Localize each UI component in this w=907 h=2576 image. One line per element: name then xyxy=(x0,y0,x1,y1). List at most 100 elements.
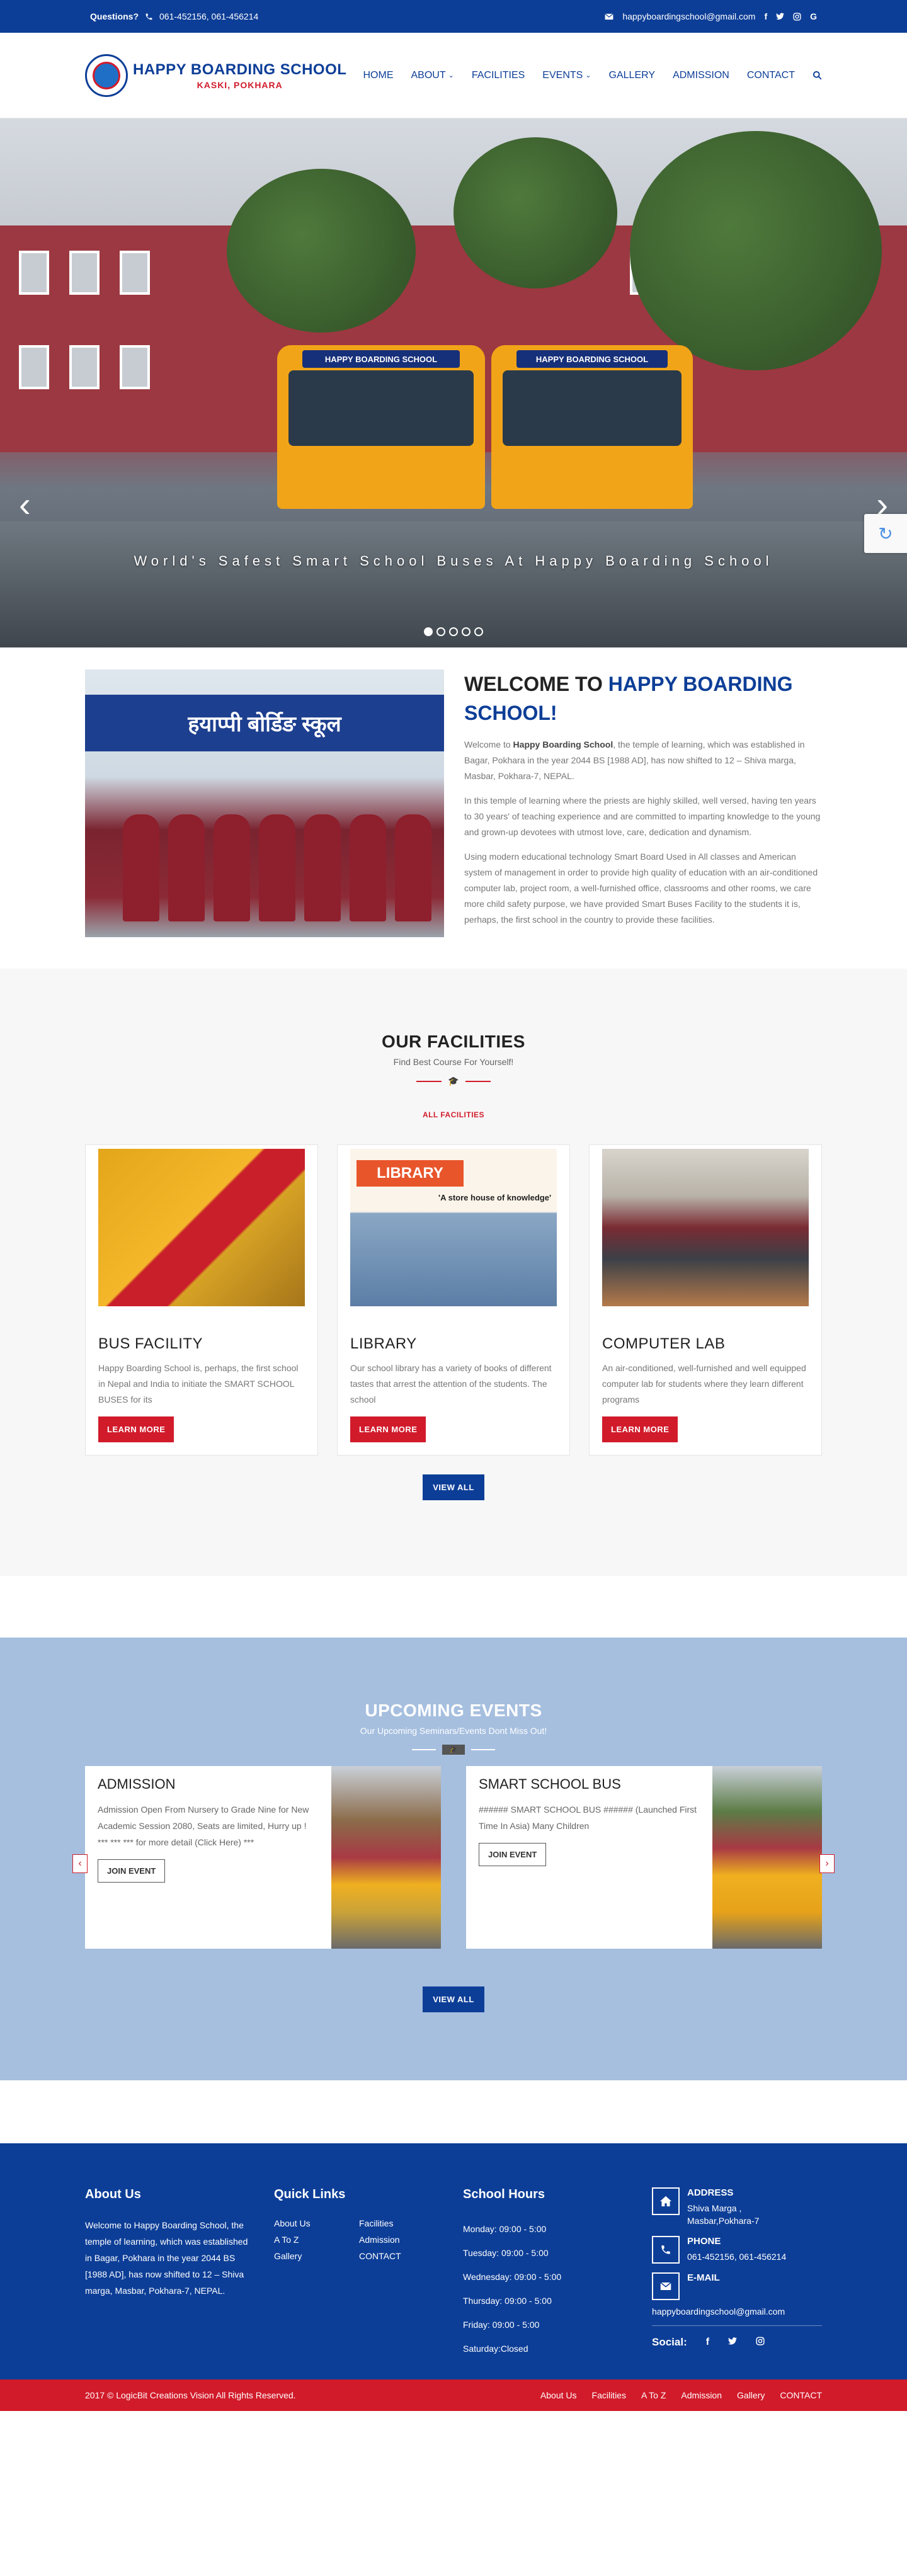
bottom-link[interactable]: A To Z xyxy=(641,2390,666,2400)
view-all-facilities-button[interactable]: VIEW ALL xyxy=(423,1474,484,1500)
library-image: LIBRARY 'A store house of knowledge' xyxy=(350,1149,557,1306)
nav-home[interactable]: HOME xyxy=(363,70,393,81)
hero-tree xyxy=(227,169,416,333)
footer-link[interactable]: A To Z xyxy=(274,2233,359,2246)
bottom-link[interactable]: Gallery xyxy=(737,2390,765,2400)
bottom-link[interactable]: Facilities xyxy=(592,2390,626,2400)
slider-dot[interactable] xyxy=(462,627,471,636)
welcome-text: WELCOME TO HAPPY BOARDING SCHOOL! Welcom… xyxy=(464,670,822,937)
facebook-icon[interactable]: f xyxy=(706,2337,709,2348)
events-next-chevron-right-icon[interactable]: › xyxy=(819,1854,835,1873)
students-group xyxy=(123,814,431,921)
learn-more-button[interactable]: LEARN MORE xyxy=(602,1416,678,1442)
nav-events[interactable]: EVENTS ⌄ xyxy=(542,70,591,81)
twitter-icon[interactable] xyxy=(776,13,785,20)
social-label: Social: xyxy=(652,2336,687,2348)
computer-lab-image xyxy=(602,1149,809,1306)
topbar-email-link[interactable]: happyboardingschool@gmail.com xyxy=(622,11,755,21)
hero-slider[interactable]: HAPPY BOARDING SCHOOL HAPPY BOARDING SCH… xyxy=(0,118,907,647)
hero-window xyxy=(19,251,49,295)
view-all-events-button[interactable]: VIEW ALL xyxy=(423,1986,484,2012)
hero-window xyxy=(69,345,100,389)
footer-about-text: Welcome to Happy Boarding School, the te… xyxy=(85,2220,248,2296)
bus-windshield xyxy=(503,370,682,446)
footer-link[interactable]: About Us xyxy=(274,2217,359,2230)
bus-windshield xyxy=(288,370,474,446)
learn-more-button[interactable]: LEARN MORE xyxy=(350,1416,426,1442)
footer-link[interactable]: CONTACT xyxy=(359,2250,444,2262)
copyright-text: 2017 © LogicBit Creations Vision All Rig… xyxy=(85,2390,296,2400)
events-prev-chevron-left-icon[interactable]: ‹ xyxy=(72,1854,88,1873)
hero-window xyxy=(69,251,100,295)
nav-home-label: HOME xyxy=(363,69,394,81)
search-icon[interactable] xyxy=(813,71,822,80)
facilities-subtitle: Find Best Course For Yourself! xyxy=(393,1057,514,1067)
footer-school-hours: School Hours Monday: 09:00 - 5:00 Tuesda… xyxy=(463,2187,633,2361)
footer-links-title: Quick Links xyxy=(274,2187,346,2201)
events-subtitle: Our Upcoming Seminars/Events Dont Miss O… xyxy=(360,1726,547,1736)
hero-tree xyxy=(630,131,882,370)
facility-card-title: LIBRARY xyxy=(350,1335,417,1352)
facility-card-text: Our school library has a variety of book… xyxy=(350,1363,552,1405)
welcome-paragraph-1: Welcome to Happy Boarding School, the te… xyxy=(464,737,822,784)
nav-about[interactable]: ABOUT ⌄ xyxy=(411,70,454,81)
address-title: ADDRESS xyxy=(687,2187,734,2198)
nav-facilities-label: FACILITIES xyxy=(471,69,525,81)
facility-card-title: COMPUTER LAB xyxy=(602,1335,726,1352)
join-event-button[interactable]: JOIN EVENT xyxy=(98,1859,166,1883)
nav-contact[interactable]: CONTACT xyxy=(747,70,795,81)
learn-more-button[interactable]: LEARN MORE xyxy=(98,1416,174,1442)
google-icon[interactable]: G xyxy=(810,11,817,21)
nav-admission-label: ADMISSION xyxy=(673,69,729,81)
home-icon xyxy=(652,2187,680,2215)
top-bar-contact: Questions? 061-452156, 061-456214 xyxy=(90,11,258,21)
slider-dot[interactable] xyxy=(436,627,445,636)
section-divider: 🎓 xyxy=(85,1076,822,1086)
instagram-icon[interactable] xyxy=(793,12,801,21)
twitter-icon[interactable] xyxy=(728,2337,738,2348)
nav-about-label: ABOUT xyxy=(411,69,446,81)
top-bar-right: happyboardingschool@gmail.com f G xyxy=(605,11,817,21)
school-name: HAPPY BOARDING SCHOOL xyxy=(133,60,347,78)
event-title: ADMISSION xyxy=(98,1776,176,1792)
hero-bus: HAPPY BOARDING SCHOOL xyxy=(277,345,485,509)
event-image xyxy=(331,1766,441,1949)
graduation-cap-icon: 🎓 xyxy=(442,1745,465,1755)
instagram-icon[interactable] xyxy=(756,2336,765,2349)
chevron-down-icon: ⌄ xyxy=(448,72,454,79)
footer-email-link[interactable]: happyboardingschool@gmail.com xyxy=(652,2306,822,2326)
events-section: UPCOMING EVENTS Our Upcoming Seminars/Ev… xyxy=(0,1638,907,2080)
bottom-link[interactable]: CONTACT xyxy=(780,2390,822,2400)
slider-dot[interactable] xyxy=(424,627,433,636)
facebook-icon[interactable]: f xyxy=(764,11,767,21)
nav-admission[interactable]: ADMISSION xyxy=(673,70,729,81)
spacer xyxy=(0,1576,907,1638)
bottom-link[interactable]: Admission xyxy=(681,2390,722,2400)
event-text[interactable]: Admission Open From Nursery to Grade Nin… xyxy=(98,1801,319,1850)
student-figure xyxy=(214,814,250,921)
student-figure xyxy=(168,814,205,921)
all-facilities-link[interactable]: ALL FACILITIES xyxy=(85,1110,822,1119)
events-title: UPCOMING EVENTS xyxy=(365,1701,542,1720)
recaptcha-badge-icon[interactable]: ↻ xyxy=(864,514,907,553)
slider-prev-chevron-left-icon[interactable]: ‹ xyxy=(19,484,31,525)
nav-events-label: EVENTS xyxy=(542,69,583,81)
facility-card-text: Happy Boarding School is, perhaps, the f… xyxy=(98,1363,299,1405)
footer-link[interactable]: Gallery xyxy=(274,2250,359,2262)
footer-link[interactable]: Facilities xyxy=(359,2217,444,2230)
bus-sign: HAPPY BOARDING SCHOOL xyxy=(302,350,460,368)
facility-card-title: BUS FACILITY xyxy=(98,1335,203,1352)
nav-gallery[interactable]: GALLERY xyxy=(609,70,656,81)
join-event-button[interactable]: JOIN EVENT xyxy=(479,1843,547,1866)
slider-dot[interactable] xyxy=(449,627,458,636)
footer-contact: ADDRESS Shiva Marga , Masbar,Pokhara-7 P… xyxy=(652,2187,822,2361)
school-logo[interactable]: HAPPY BOARDING SCHOOL KASKI, POKHARA xyxy=(85,54,346,97)
event-card-body: ADMISSION Admission Open From Nursery to… xyxy=(85,1766,331,1949)
envelope-icon xyxy=(652,2272,680,2300)
footer-social: Social: f xyxy=(652,2336,822,2349)
nav-facilities[interactable]: FACILITIES xyxy=(472,70,525,81)
slider-dot[interactable] xyxy=(474,627,483,636)
bottom-link[interactable]: About Us xyxy=(540,2390,577,2400)
welcome-title-prefix: WELCOME TO xyxy=(464,673,608,695)
footer-link[interactable]: Admission xyxy=(359,2233,444,2246)
